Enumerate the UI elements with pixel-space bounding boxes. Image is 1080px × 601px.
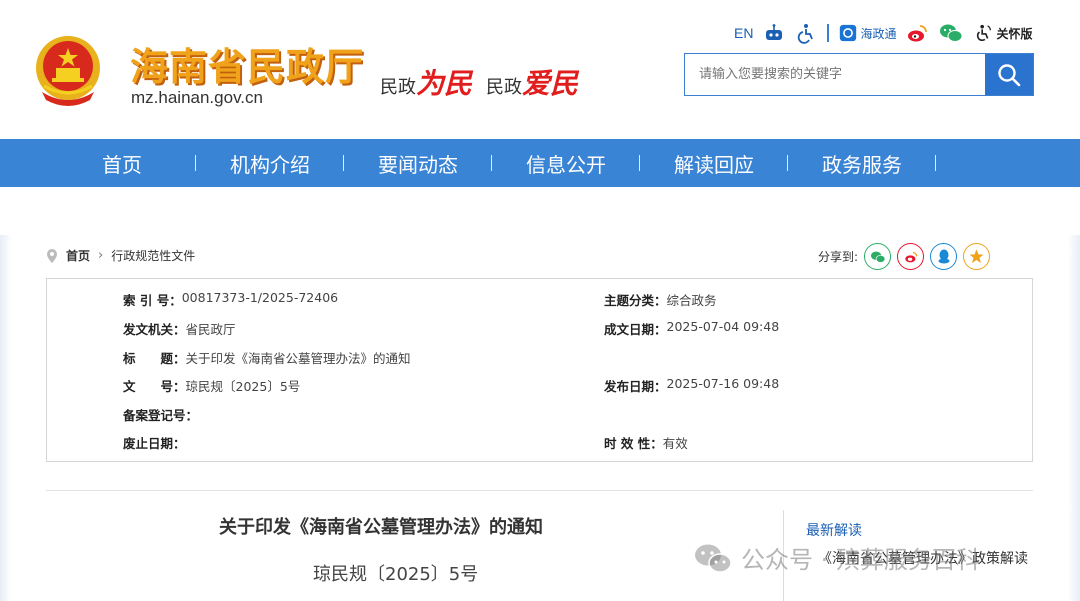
accessibility-icon[interactable]	[795, 22, 817, 44]
document-title: 关于印发《海南省公墓管理办法》的通知	[219, 517, 543, 538]
slogan-red-2: 爱民	[522, 67, 579, 100]
share-weibo-button[interactable]	[897, 243, 925, 270]
hzt-label: 海政通	[860, 26, 897, 41]
latest-interpretation-link[interactable]: 《海南省公墓管理办法》政策解读	[818, 548, 1048, 571]
care-mode-label: 关怀版	[996, 26, 1033, 41]
index-value: 00817373-1/2025-72406	[181, 290, 339, 305]
qzone-star-icon	[969, 249, 984, 263]
hzt-link[interactable]: 海政通	[839, 24, 896, 42]
created-date-value: 2025-07-04 09:48	[666, 319, 780, 334]
validity-value: 有效	[662, 436, 688, 451]
nav-info-disclosure[interactable]: 信息公开	[492, 149, 640, 178]
meta-row: 备案登记号：	[47, 405, 1032, 425]
weibo-icon	[904, 251, 917, 262]
sidebar-divider	[783, 510, 784, 601]
weibo-icon[interactable]	[906, 22, 928, 44]
national-emblem-icon	[36, 36, 100, 106]
share-wechat-button[interactable]	[864, 243, 892, 270]
document-metadata: 索 引 号： 00817373-1/2025-72406 主题分类： 综合政务 发文…	[46, 278, 1033, 462]
doc-number-value: 琼民规〔2025〕5号	[185, 379, 301, 394]
latest-interpretation-heading[interactable]: 最新解读	[806, 520, 862, 540]
doc-number-label: 文 号：	[123, 379, 186, 394]
meta-row: 标 题： 关于印发《海南省公墓管理办法》的通知	[47, 348, 1032, 368]
content-divider	[46, 490, 1033, 491]
share-bar: 分享到:	[818, 243, 991, 270]
repeal-date-label: 废止日期：	[123, 436, 186, 451]
breadcrumb-home[interactable]: 首页	[66, 247, 90, 264]
qq-icon	[938, 249, 950, 264]
issuer-label: 发文机关：	[123, 322, 186, 337]
site-domain[interactable]: mz.hainan.gov.cn	[131, 88, 263, 108]
issuer-value: 省民政厅	[185, 322, 236, 337]
search-icon	[998, 63, 1021, 86]
panel-shadow-left	[0, 235, 12, 601]
robot-icon[interactable]	[763, 22, 785, 44]
slogan-red-1: 为民	[416, 67, 473, 100]
meta-row: 发文机关： 省民政厅 成文日期： 2025-07-04 09:48	[47, 319, 1032, 339]
title-value: 关于印发《海南省公墓管理办法》的通知	[185, 351, 411, 366]
validity-label: 时 效 性：	[604, 436, 663, 451]
meta-row: 废止日期： 时 效 性： 有效	[47, 433, 1032, 453]
site-title[interactable]: 海南省民政厅	[130, 36, 364, 91]
main-nav: 首页 机构介绍 要闻动态 信息公开 解读回应 政务服务	[0, 139, 1080, 187]
care-mode-link[interactable]: 关怀版	[974, 23, 1032, 43]
care-mode-icon	[977, 24, 992, 42]
wechat-watermark-icon	[695, 544, 732, 573]
breadcrumb-current[interactable]: 行政规范性文件	[111, 247, 195, 264]
search-input[interactable]	[685, 54, 985, 95]
panel-shadow-right	[1068, 235, 1080, 601]
published-date-value: 2025-07-16 09:48	[666, 376, 780, 391]
search-box	[684, 53, 1034, 96]
toolbar-divider	[827, 24, 830, 42]
nav-organization[interactable]: 机构介绍	[196, 149, 344, 178]
hzt-app-icon	[840, 24, 857, 42]
nav-interpretation[interactable]: 解读回应	[640, 149, 788, 178]
category-label: 主题分类：	[604, 293, 667, 308]
slogan-prefix-1: 民政	[380, 77, 416, 98]
category-value: 综合政务	[666, 293, 717, 308]
index-label: 索 引 号：	[123, 293, 182, 308]
search-button[interactable]	[985, 54, 1033, 95]
header-toolbar: EN 海政通 关怀版	[734, 20, 1032, 46]
site-header: 海南省民政厅 mz.hainan.gov.cn 民政为民民政爱民 EN 海政通	[0, 0, 1080, 139]
breadcrumb: 首页 › 行政规范性文件	[46, 247, 195, 264]
created-date-label: 成文日期：	[604, 322, 667, 337]
slogan-prefix-2: 民政	[486, 77, 523, 98]
meta-row: 文 号： 琼民规〔2025〕5号 发布日期： 2025-07-16 09:48	[47, 376, 1032, 396]
nav-services[interactable]: 政务服务	[788, 149, 936, 178]
nav-news[interactable]: 要闻动态	[344, 149, 492, 178]
wechat-icon	[870, 251, 885, 263]
record-number-label: 备案登记号：	[123, 408, 199, 423]
published-date-label: 发布日期：	[604, 379, 667, 394]
share-qzone-button[interactable]	[963, 243, 991, 270]
slogan: 民政为民 民政爱民	[380, 62, 578, 102]
document-number: 琼民规〔2025〕5号	[313, 564, 479, 585]
meta-row: 索 引 号： 00817373-1/2025-72406 主题分类： 综合政务	[47, 290, 1032, 310]
english-link[interactable]: EN	[734, 25, 753, 41]
title-label: 标 题：	[123, 351, 186, 366]
share-qq-button[interactable]	[930, 243, 958, 270]
share-label: 分享到:	[818, 250, 859, 264]
location-pin-icon	[47, 248, 57, 263]
wechat-icon[interactable]	[938, 22, 964, 44]
chevron-right-icon: ›	[98, 248, 104, 263]
nav-home[interactable]: 首页	[48, 149, 196, 178]
